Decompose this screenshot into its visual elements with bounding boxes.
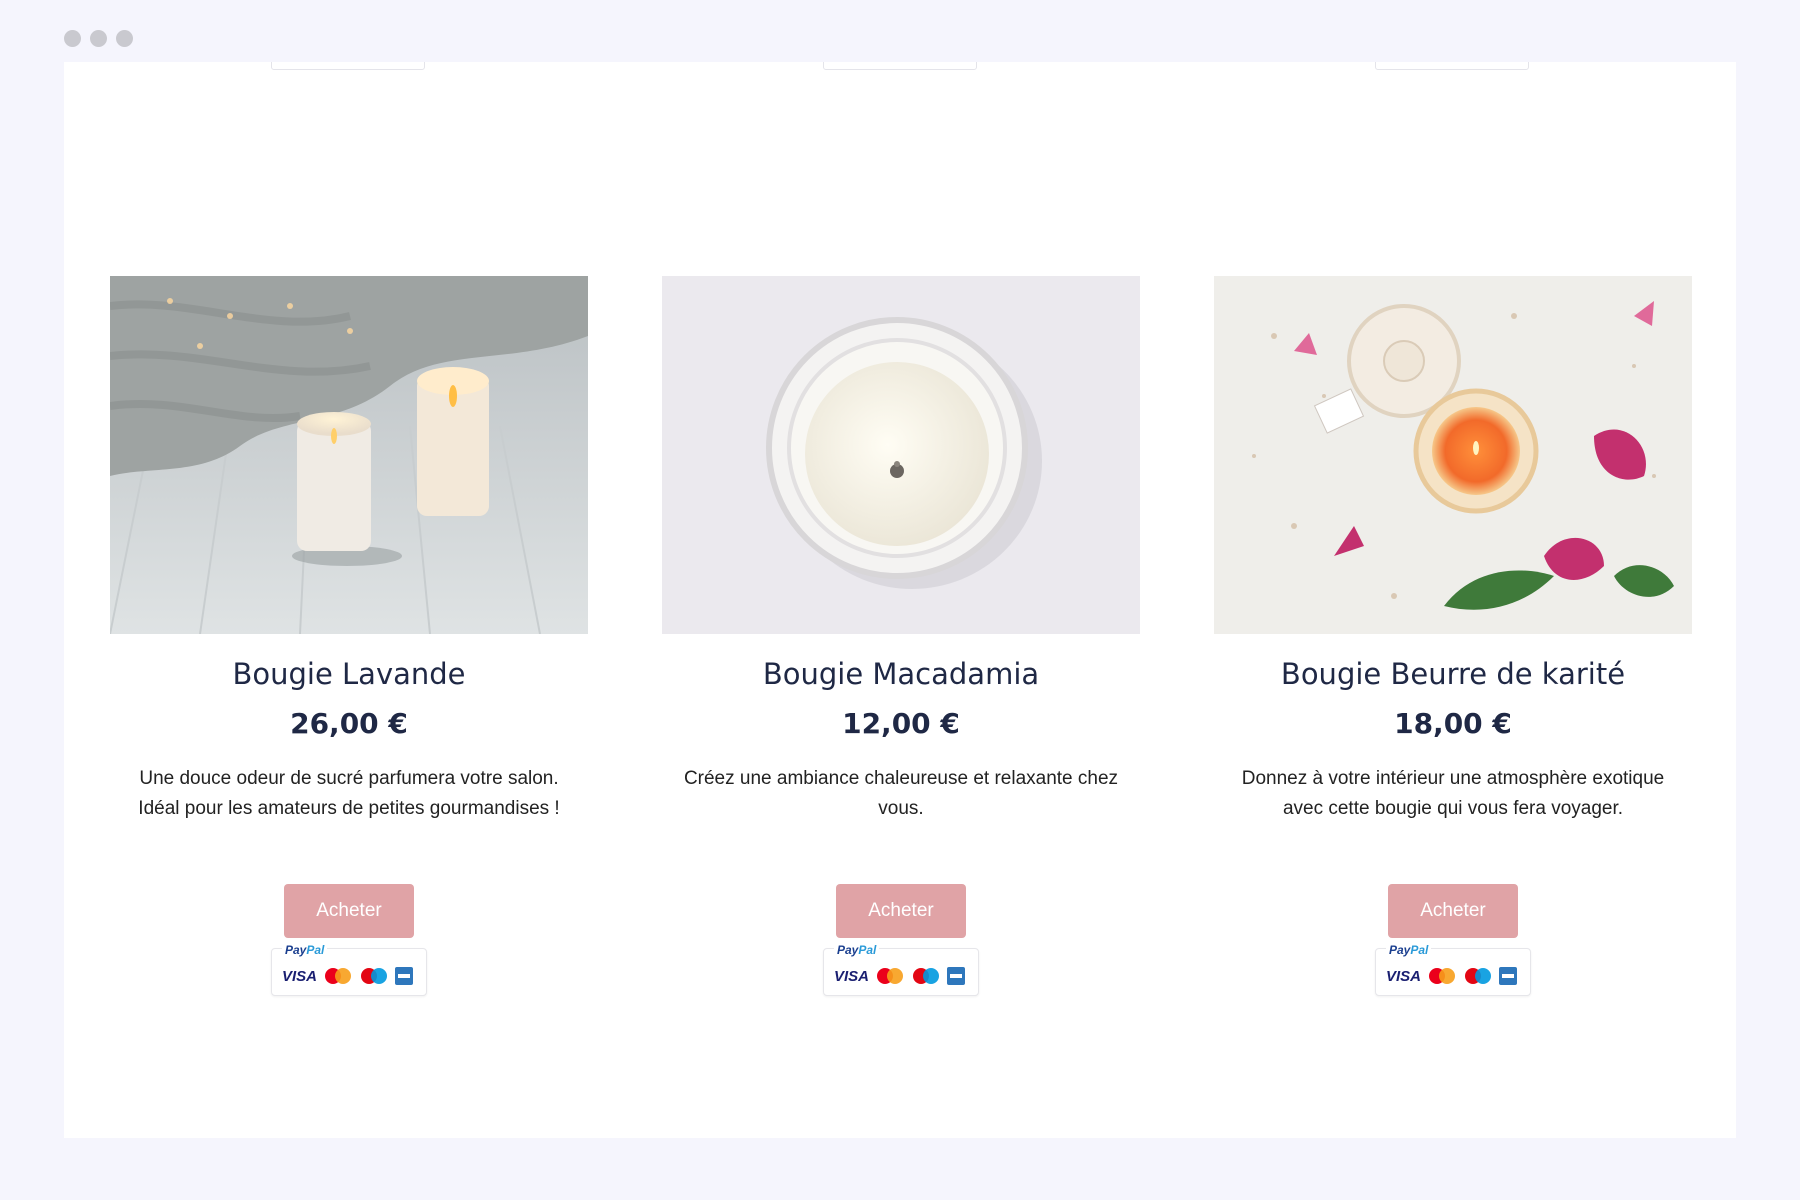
payment-methods-badge: PayPal VISA	[271, 943, 427, 996]
product-price: 18,00 €	[1394, 707, 1512, 740]
product-description: Donnez à votre intérieur une atmosphère …	[1241, 768, 1665, 819]
visa-logo: VISA	[834, 967, 870, 985]
product-price: 12,00 €	[842, 707, 960, 740]
product-description: Créez une ambiance chaleureuse et relaxa…	[683, 768, 1119, 819]
buy-button[interactable]: Acheter	[836, 884, 966, 938]
product-price: 26,00 €	[290, 707, 408, 740]
paypal-logo: PayPal	[282, 943, 328, 957]
product-card-lavande: Bougie Lavande 26,00 € Une douce odeur d…	[110, 276, 588, 996]
product-description: Une douce odeur de sucré parfumera votre…	[138, 768, 560, 819]
payment-badge-partial	[271, 62, 425, 70]
product-image-lavande[interactable]	[110, 276, 588, 634]
payment-methods-badge: PayPal VISA	[1375, 943, 1531, 996]
page-frame: Bougie Lavande 26,00 € Une douce odeur d…	[64, 62, 1736, 1138]
payment-badge-partial	[1375, 62, 1529, 70]
product-title[interactable]: Bougie Lavande	[110, 656, 588, 692]
buy-button[interactable]: Acheter	[1388, 884, 1518, 938]
paypal-logo: PayPal	[834, 943, 880, 957]
product-title[interactable]: Bougie Macadamia	[662, 656, 1140, 692]
buy-button[interactable]: Acheter	[284, 884, 414, 938]
product-image-macadamia[interactable]	[662, 276, 1140, 634]
window-dot-icon	[116, 30, 133, 47]
amex-icon	[395, 967, 414, 985]
mastercard-icon	[1429, 968, 1456, 984]
product-card-karite: Bougie Beurre de karité 18,00 € Donnez à…	[1214, 276, 1692, 996]
amex-icon	[947, 967, 966, 985]
window-controls	[64, 30, 133, 47]
maestro-icon	[1465, 968, 1492, 984]
product-card-macadamia: Bougie Macadamia 12,00 € Créez une ambia…	[662, 276, 1140, 996]
product-title[interactable]: Bougie Beurre de karité	[1214, 656, 1692, 692]
window-dot-icon	[64, 30, 81, 47]
paypal-logo: PayPal	[1386, 943, 1432, 957]
payment-methods-badge: PayPal VISA	[823, 943, 979, 996]
visa-logo: VISA	[282, 967, 318, 985]
maestro-icon	[361, 968, 388, 984]
product-image-karite[interactable]	[1214, 276, 1692, 634]
payment-badge-partial	[823, 62, 977, 70]
mastercard-icon	[325, 968, 352, 984]
window-dot-icon	[90, 30, 107, 47]
mastercard-icon	[877, 968, 904, 984]
visa-logo: VISA	[1386, 967, 1422, 985]
amex-icon	[1499, 967, 1518, 985]
maestro-icon	[913, 968, 940, 984]
